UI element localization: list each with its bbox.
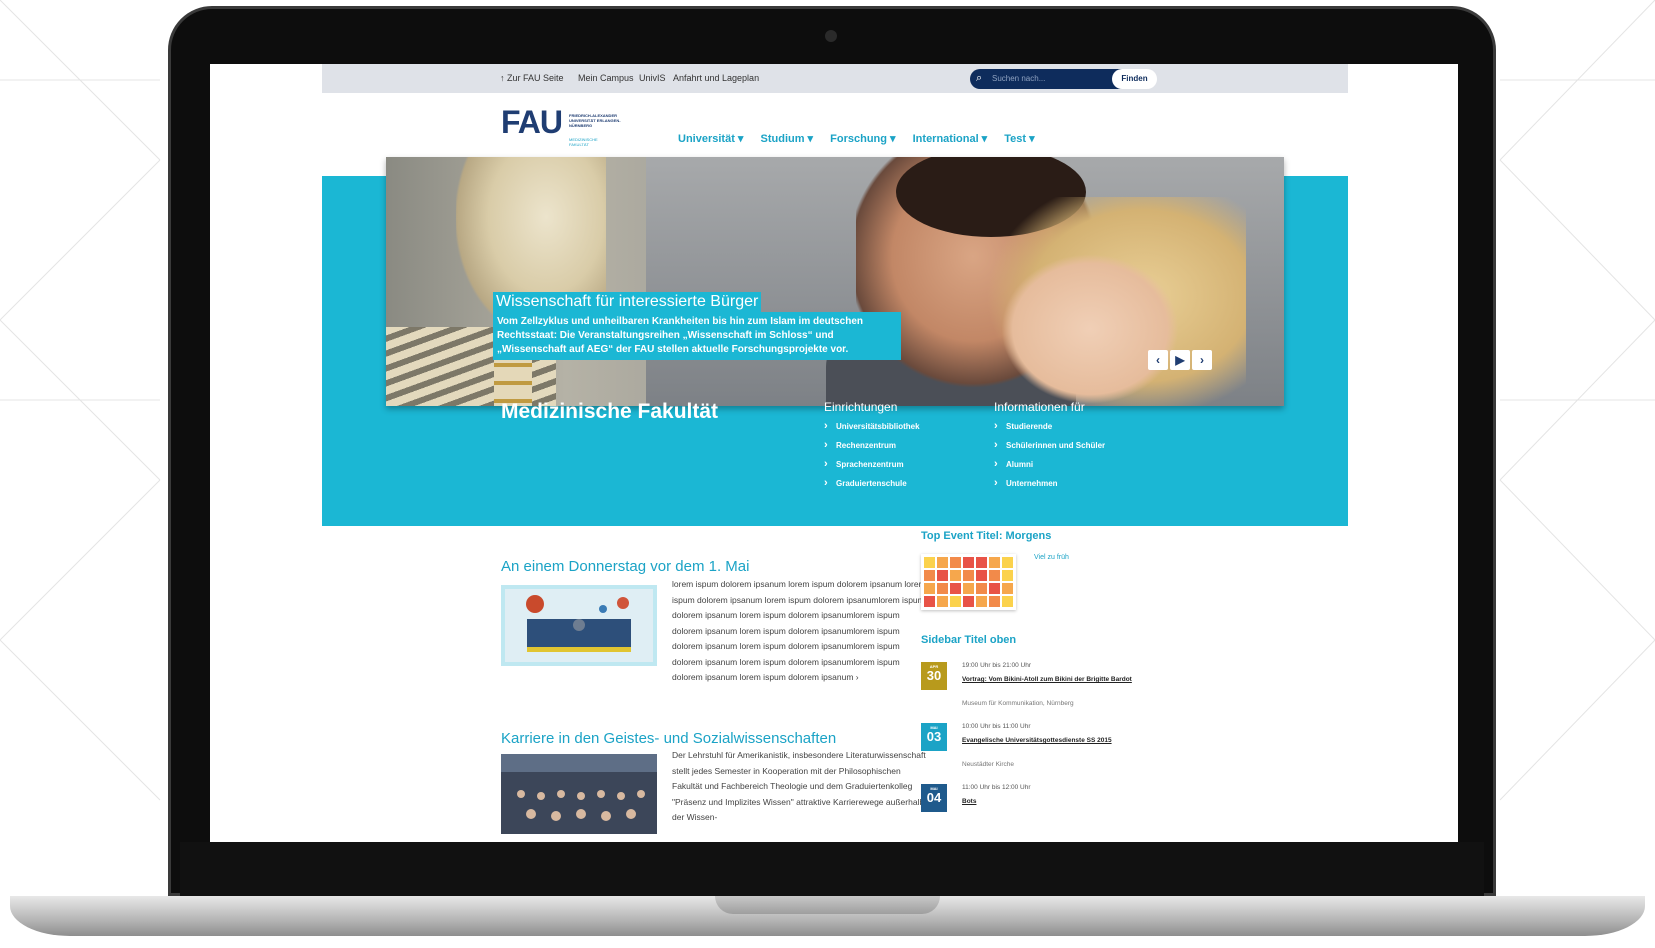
nav-international[interactable]: International ▾ <box>913 133 988 145</box>
einrichtungen-list: Einrichtungen Universitätsbibliothek Rec… <box>824 400 920 498</box>
hero-slider: Wissenschaft für interessierte Bürger Vo… <box>386 157 1284 406</box>
nav-forschung[interactable]: Forschung ▾ <box>830 133 895 145</box>
event-date-badge: APR 30 <box>921 662 947 690</box>
auditorium-image <box>501 754 657 834</box>
toplink-univis[interactable]: UnivIS <box>639 73 666 83</box>
logo-faculty: MEDIZINISCHE FAKULTÄT <box>569 137 598 147</box>
top-event-title[interactable]: Top Event Titel: Morgens <box>921 530 1051 542</box>
search-placeholder: Suchen nach... <box>992 74 1046 83</box>
news-thumbnail[interactable] <box>501 754 657 834</box>
logo-text: FAU <box>501 104 563 140</box>
toplink-fau-label: Zur FAU Seite <box>507 73 564 83</box>
info-link[interactable]: Schülerinnen und Schüler <box>994 439 1105 451</box>
event-item[interactable]: APR 30 19:00 Uhr bis 21:00 Uhr Vortrag: … <box>921 662 1161 717</box>
event-title[interactable]: Vortrag: Vom Bikini-Atoll zum Bikini der… <box>962 674 1132 685</box>
event-date-badge: MAI 03 <box>921 723 947 751</box>
einrichtung-link[interactable]: Sprachenzentrum <box>824 458 920 470</box>
einrichtung-link[interactable]: Graduiertenschule <box>824 477 920 489</box>
event-item[interactable]: MAI 04 11:00 Uhr bis 12:00 Uhr Bots <box>921 784 1161 824</box>
sidebar-title: Sidebar Titel oben <box>921 634 1017 646</box>
laptop-notch <box>715 896 940 914</box>
search-button[interactable]: Finden <box>1112 69 1157 89</box>
slider-next-button[interactable]: › <box>1192 350 1212 370</box>
event-time: 19:00 Uhr bis 21:00 Uhr <box>962 662 1032 669</box>
fau-logo[interactable]: FAU FRIEDRICH-ALEXANDER UNIVERSITÄT ERLA… <box>501 104 621 147</box>
news-title[interactable]: An einem Donnerstag vor dem 1. Mai <box>501 558 749 575</box>
einrichtung-link[interactable]: Universitätsbibliothek <box>824 420 920 432</box>
news-excerpt: lorem ispum dolorem ipsanum lorem ispum … <box>672 579 926 682</box>
info-link[interactable]: Unternehmen <box>994 477 1105 489</box>
hero-title[interactable]: Wissenschaft für interessierte Bürger <box>493 292 762 312</box>
event-title[interactable]: Bots <box>962 796 1132 807</box>
event-time: 10:00 Uhr bis 11:00 Uhr <box>962 723 1031 730</box>
einrichtung-link[interactable]: Rechenzentrum <box>824 439 920 451</box>
event-day: 04 <box>926 790 942 805</box>
event-place: Museum für Kommunikation, Nürnberg <box>962 700 1074 707</box>
info-link[interactable]: Alumni <box>994 458 1105 470</box>
news-title[interactable]: Karriere in den Geistes- und Sozialwisse… <box>501 730 836 747</box>
faculty-title: Medizinische Fakultät <box>501 400 719 423</box>
event-date-badge: MAI 04 <box>921 784 947 812</box>
news-excerpt: Der Lehrstuhl für Amerikanistik, insbeso… <box>672 750 926 822</box>
event-place: Neustädter Kirche <box>962 761 1015 768</box>
slider-play-button[interactable]: ▶ <box>1170 350 1190 370</box>
info-link[interactable]: Studierende <box>994 420 1105 432</box>
news-thumbnail[interactable] <box>501 585 657 666</box>
event-day: 03 <box>926 729 942 744</box>
event-item[interactable]: MAI 03 10:00 Uhr bis 11:00 Uhr Evangelis… <box>921 723 1161 773</box>
hero-text: Vom Zellzyklus und unheilbaren Krankheit… <box>493 312 901 360</box>
toplink-fau[interactable]: ↑ Zur FAU Seite <box>500 73 564 83</box>
screen-bezel <box>180 842 1484 896</box>
toplink-campus[interactable]: Mein Campus <box>578 73 634 83</box>
top-event-image[interactable] <box>921 554 1016 610</box>
informationen-list: Informationen für Studierende Schülerinn… <box>994 400 1105 498</box>
balloon-image <box>505 589 653 662</box>
slider-prev-button[interactable]: ‹ <box>1148 350 1168 370</box>
event-time: 11:00 Uhr bis 12:00 Uhr <box>962 784 1031 791</box>
slider-controls: ‹ ▶ › <box>1148 350 1214 370</box>
search-icon: ⌕ <box>976 72 983 84</box>
top-bar: ↑ Zur FAU Seite Mein Campus UnivIS Anfah… <box>322 64 1348 93</box>
event-title[interactable]: Evangelische Universitätsgottesdienste S… <box>962 735 1132 746</box>
einrichtungen-title: Einrichtungen <box>824 400 898 414</box>
website-page: ↑ Zur FAU Seite Mein Campus UnivIS Anfah… <box>322 64 1348 842</box>
nav-studium[interactable]: Studium ▾ <box>761 133 814 145</box>
top-event-link[interactable]: Viel zu früh <box>1034 554 1069 561</box>
student-woman <box>986 197 1246 406</box>
camera-icon <box>825 30 837 42</box>
nav-test[interactable]: Test ▾ <box>1004 133 1034 145</box>
laptop-screen: ↑ Zur FAU Seite Mein Campus UnivIS Anfah… <box>210 64 1458 842</box>
hero-caption: Wissenschaft für interessierte Bürger Vo… <box>493 292 901 360</box>
event-day: 30 <box>926 668 942 683</box>
informationen-title: Informationen für <box>994 400 1085 414</box>
logo-fullname: FRIEDRICH-ALEXANDER UNIVERSITÄT ERLANGEN… <box>569 113 621 128</box>
main-navigation: Universität ▾ Studium ▾ Forschung ▾ Inte… <box>678 132 1049 145</box>
nav-universitaet[interactable]: Universität ▾ <box>678 133 743 145</box>
toplink-anfahrt[interactable]: Anfahrt und Lageplan <box>673 73 759 83</box>
